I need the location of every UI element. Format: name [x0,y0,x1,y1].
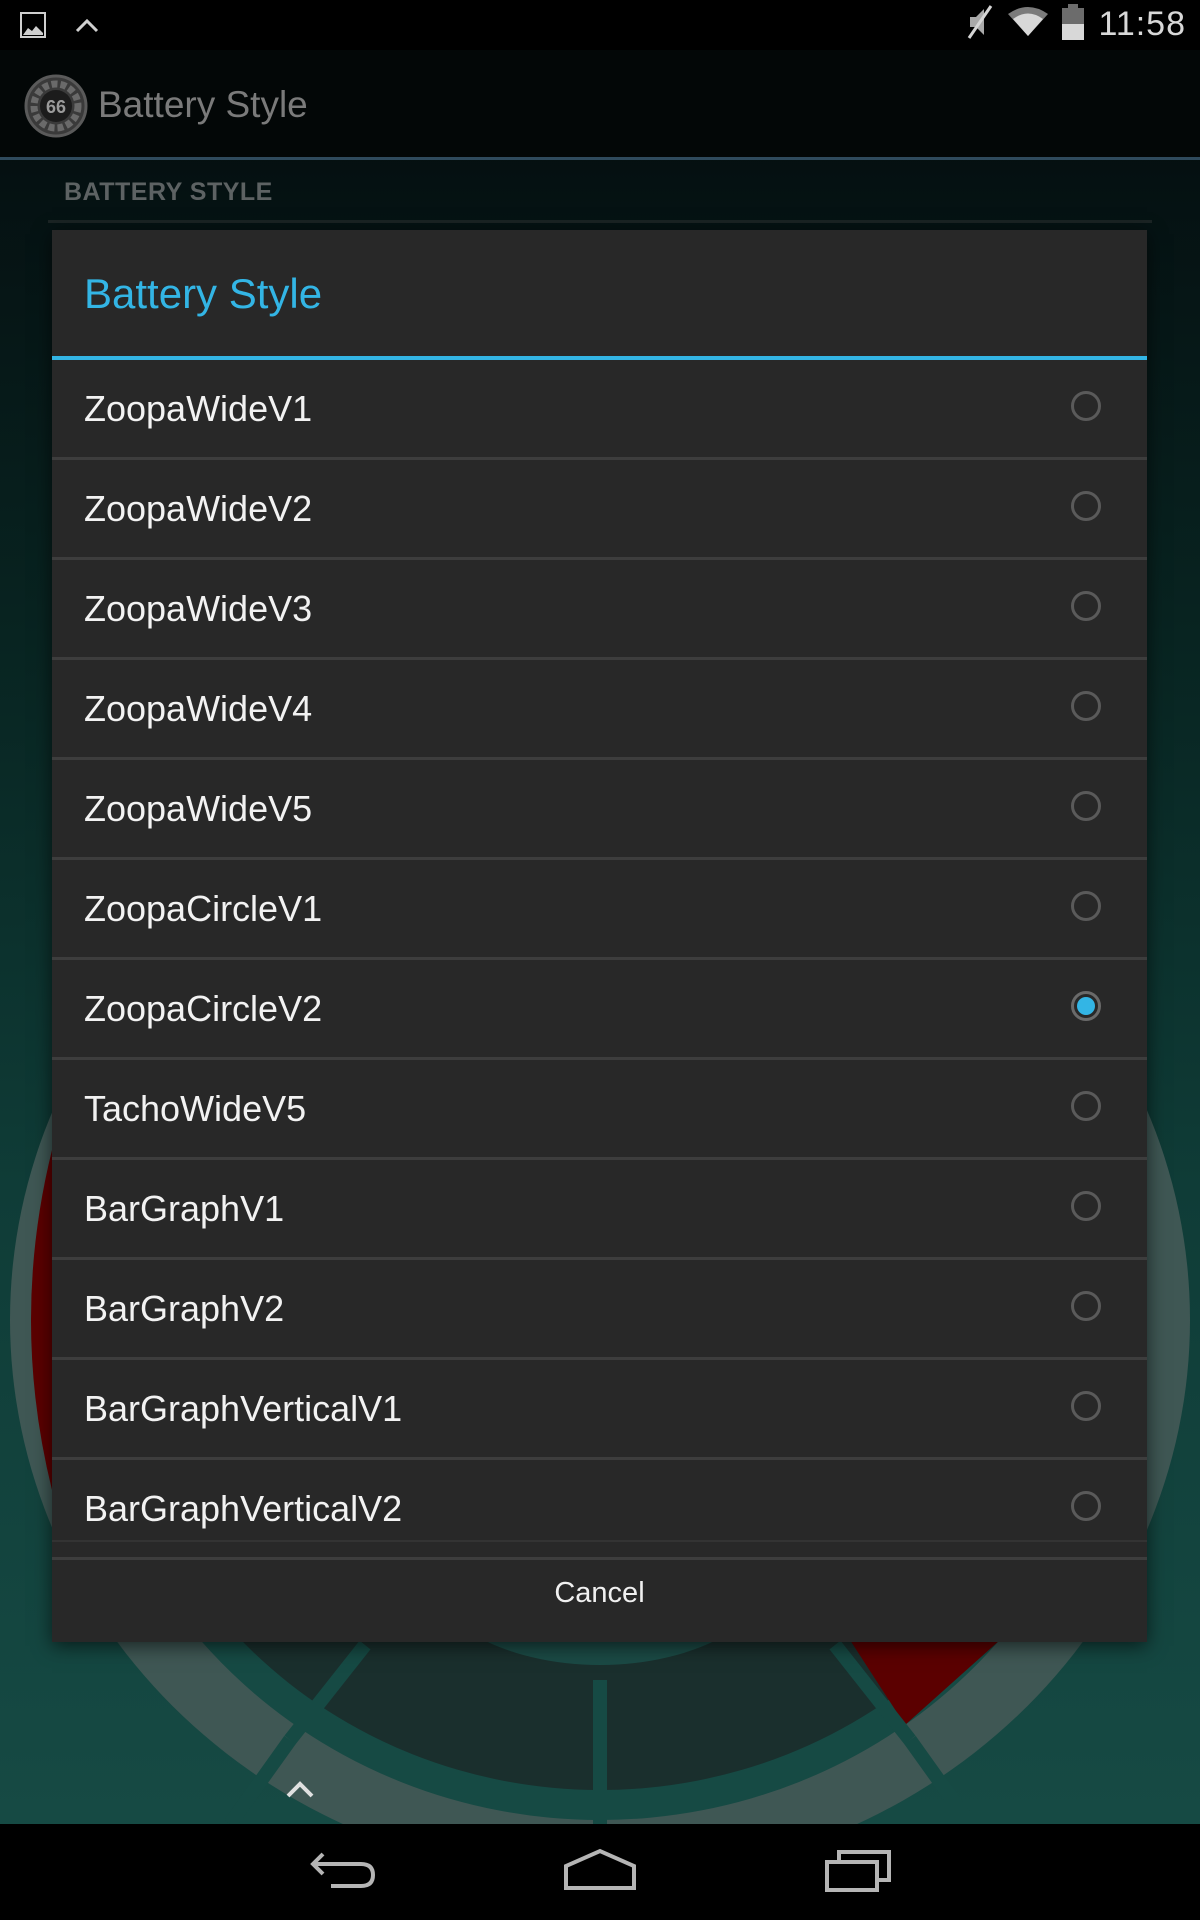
option-label: BarGraphVerticalV1 [84,1387,403,1429]
back-button[interactable] [294,1840,394,1904]
radio-button[interactable] [1071,391,1101,421]
radio-button[interactable] [1071,991,1101,1021]
radio-button[interactable] [1071,1491,1101,1521]
option-label: ZoopaWideV4 [84,687,313,729]
option-list: ZoopaWideV1 ZoopaWideV2 ZoopaWideV3 Zoop… [52,360,1147,1560]
option-zoopacirclev2[interactable]: ZoopaCircleV2 [52,960,1147,1060]
battery-icon [1062,4,1085,45]
app-title: Battery Style [98,84,308,125]
option-label: ZoopaWideV2 [84,487,313,529]
option-tachowidev5[interactable]: TachoWideV5 [52,1060,1147,1160]
option-label: BarGraphV2 [84,1287,285,1329]
radio-button[interactable] [1071,691,1101,721]
clock: 11:58 [1098,5,1186,43]
radio-button[interactable] [1071,491,1101,521]
option-label: TachoWideV5 [84,1087,307,1129]
recents-icon [823,1848,893,1897]
option-zoopawidev1[interactable]: ZoopaWideV1 [52,360,1147,460]
radio-button[interactable] [1071,1291,1101,1321]
option-zoopacirclev1[interactable]: ZoopaCircleV1 [52,860,1147,960]
radio-button[interactable] [1071,891,1101,921]
app-icon-value: 66 [46,97,66,117]
option-zoopawidev3[interactable]: ZoopaWideV3 [52,560,1147,660]
option-bargraphv2[interactable]: BarGraphV2 [52,1260,1147,1360]
action-bar-divider [0,157,1200,160]
section-header: BATTERY STYLE [64,178,273,206]
dialog-button-bar: Cancel [52,1540,1147,1644]
radio-button[interactable] [1071,1191,1101,1221]
navigation-bar [0,1824,1200,1920]
option-label: ZoopaWideV1 [84,387,313,429]
status-bar: 11:58 [0,0,1200,50]
chevron-up-icon[interactable] [74,16,100,39]
dialog-title: Battery Style [84,270,323,317]
battery-style-dialog: Battery Style ZoopaWideV1 ZoopaWideV2 Zo… [52,230,1147,1642]
cancel-button[interactable]: Cancel [52,1542,1147,1644]
app-icon[interactable]: 66 [24,74,88,138]
option-label: ZoopaCircleV1 [84,887,323,929]
option-bargraphverticalv1[interactable]: BarGraphVerticalV1 [52,1360,1147,1460]
home-icon [562,1848,638,1897]
radio-button[interactable] [1071,1091,1101,1121]
option-label: ZoopaCircleV2 [84,987,323,1029]
option-label: ZoopaWideV5 [84,787,313,829]
expand-chevron-icon[interactable] [282,1776,318,1805]
back-icon [309,1848,379,1897]
mute-icon [966,4,994,45]
option-label: BarGraphV1 [84,1187,285,1229]
action-bar: 66 Battery Style [0,50,1200,160]
section-divider [48,220,1152,223]
option-label: BarGraphVerticalV2 [84,1487,403,1529]
option-zoopawidev5[interactable]: ZoopaWideV5 [52,760,1147,860]
wifi-icon [1008,6,1049,43]
home-button[interactable] [550,1840,650,1904]
option-zoopawidev2[interactable]: ZoopaWideV2 [52,460,1147,560]
radio-button[interactable] [1071,1391,1101,1421]
option-bargraphv1[interactable]: BarGraphV1 [52,1160,1147,1260]
option-zoopawidev4[interactable]: ZoopaWideV4 [52,660,1147,760]
radio-button[interactable] [1071,791,1101,821]
radio-button[interactable] [1071,591,1101,621]
option-label: ZoopaWideV3 [84,587,313,629]
gallery-notification-icon [20,12,46,43]
recents-button[interactable] [808,1840,908,1904]
